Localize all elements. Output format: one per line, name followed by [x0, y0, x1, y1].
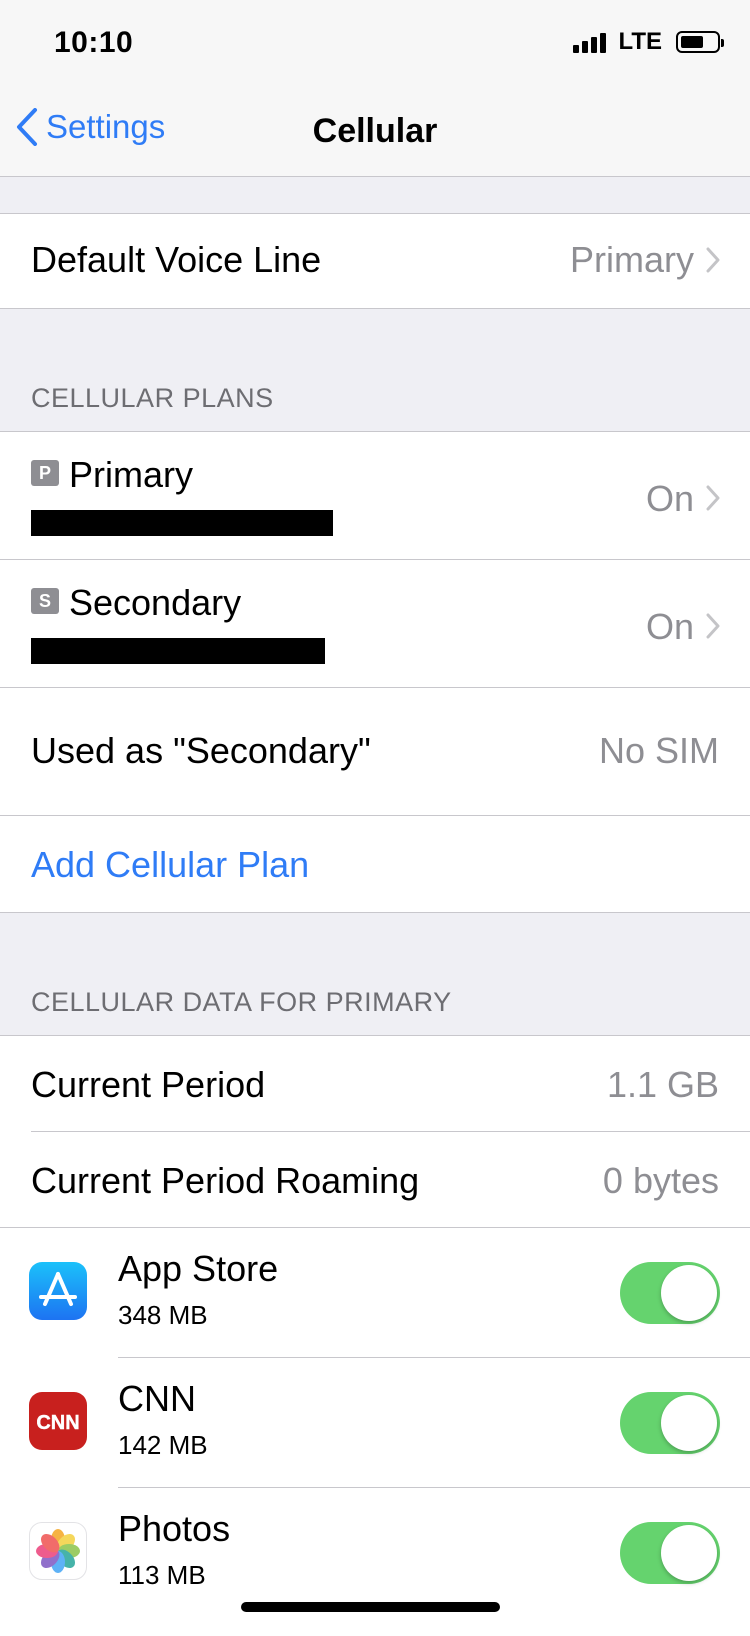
current-period-value: 1.1 GB — [606, 1064, 719, 1105]
roaming-label: Current Period Roaming — [31, 1160, 420, 1201]
app-row-photos: Photos 113 MB — [0, 1488, 750, 1618]
navigation-bar: Settings Cellular — [0, 90, 750, 177]
cellular-data-group: Current Period 1.1 GB Current Period Roa… — [0, 1035, 750, 1636]
used-as-secondary-label: Used as "Secondary" — [31, 730, 371, 771]
battery-icon — [676, 31, 724, 53]
home-indicator[interactable] — [241, 1602, 500, 1612]
chevron-right-icon — [706, 613, 720, 639]
signal-icon — [573, 31, 607, 53]
current-period-row: Current Period 1.1 GB — [0, 1036, 750, 1132]
default-voice-group: Default Voice Line Primary — [0, 213, 750, 309]
network-type: LTE — [618, 28, 662, 55]
app-name: CNN — [118, 1378, 196, 1419]
app-usage: 113 MB — [118, 1560, 206, 1590]
plan-secondary-name: S Secondary — [31, 582, 241, 624]
photos-data-toggle[interactable] — [620, 1522, 720, 1584]
plan-primary-status: On — [645, 478, 694, 519]
cellular-plans-group: P Primary On S Secondary On Used as "Secon… — [0, 431, 750, 913]
plan-row-primary[interactable]: P Primary On — [0, 432, 750, 560]
app-row-cnn: CNN CNN 142 MB — [0, 1358, 750, 1488]
plan-row-secondary[interactable]: S Secondary On — [0, 560, 750, 688]
cellular-plans-header: CELLULAR PLANS — [31, 383, 274, 413]
default-voice-label: Default Voice Line — [31, 239, 322, 280]
status-time: 10:10 — [54, 26, 134, 59]
app-store-data-toggle[interactable] — [620, 1262, 720, 1324]
add-cellular-plan-button[interactable]: Add Cellular Plan — [0, 816, 750, 910]
page-title: Cellular — [312, 112, 438, 150]
photos-icon — [29, 1522, 87, 1580]
chevron-right-icon — [706, 247, 720, 273]
app-row-app-store: App Store 348 MB — [0, 1228, 750, 1358]
status-icons: LTE — [573, 28, 724, 56]
plan-primary-name: P Primary — [31, 454, 193, 496]
plan-badge-secondary: S — [31, 588, 59, 615]
app-usage: 142 MB — [118, 1430, 208, 1460]
redacted-phone-number — [31, 638, 325, 664]
used-as-secondary-row: Used as "Secondary" No SIM — [0, 688, 750, 816]
used-as-secondary-value: No SIM — [598, 730, 719, 771]
redacted-phone-number — [31, 510, 333, 536]
cnn-data-toggle[interactable] — [620, 1392, 720, 1454]
status-bar: 10:10 LTE — [0, 0, 750, 90]
svg-text:CNN: CNN — [36, 1412, 79, 1434]
add-cellular-plan-label: Add Cellular Plan — [31, 844, 310, 885]
current-period-label: Current Period — [31, 1064, 266, 1105]
default-voice-line-row[interactable]: Default Voice Line Primary — [0, 214, 750, 308]
app-name: Photos — [118, 1508, 231, 1549]
plan-badge-primary: P — [31, 460, 59, 487]
current-period-roaming-row: Current Period Roaming 0 bytes — [0, 1132, 750, 1228]
app-usage: 348 MB — [118, 1300, 208, 1330]
roaming-value: 0 bytes — [602, 1160, 719, 1201]
default-voice-value: Primary — [570, 239, 694, 280]
plan-secondary-status: On — [645, 606, 694, 647]
cnn-icon: CNN — [29, 1392, 87, 1450]
app-name: App Store — [118, 1248, 279, 1289]
app-store-icon — [29, 1262, 87, 1320]
cellular-data-header: CELLULAR DATA FOR PRIMARY — [31, 987, 452, 1017]
chevron-right-icon — [706, 485, 720, 511]
